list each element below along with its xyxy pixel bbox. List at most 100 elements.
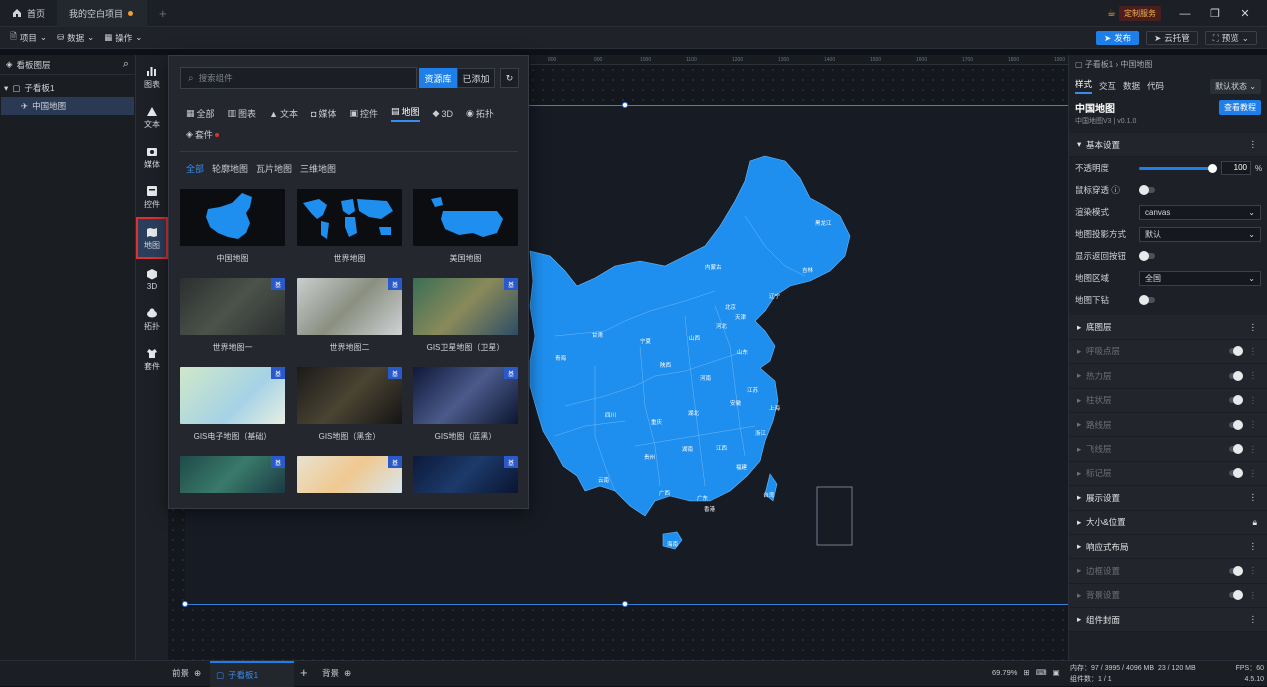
render-mode-select[interactable]: canvas ⌄: [1139, 204, 1261, 220]
background-tab[interactable]: 背景 ⊕: [322, 667, 351, 679]
minimize-button[interactable]: —: [1170, 0, 1200, 27]
section-toggle[interactable]: [1228, 590, 1243, 601]
section-5[interactable]: ▸ 飞线层 ⋮: [1069, 437, 1267, 462]
card-map-12[interactable]: 基: [413, 456, 518, 493]
more-icon[interactable]: ⋮: [1249, 419, 1258, 430]
section-2[interactable]: ▸ 热力层 ⋮: [1069, 364, 1267, 389]
more-icon[interactable]: ⋮: [1249, 395, 1258, 406]
more-icon[interactable]: ⋮: [1249, 370, 1258, 381]
keyboard-icon[interactable]: ⌨: [1036, 668, 1047, 677]
subcategory-all[interactable]: 全部: [186, 162, 204, 175]
drilldown-toggle[interactable]: [1139, 295, 1155, 306]
resize-handle-top[interactable]: [622, 102, 628, 108]
category-text[interactable]: ▲ 文本: [269, 107, 298, 120]
custom-service[interactable]: ☕ 定制服务: [1107, 6, 1161, 21]
iconbar-topology[interactable]: 拓扑: [136, 299, 168, 339]
resize-handle-bottom-left[interactable]: [182, 601, 188, 607]
section-6[interactable]: ▸ 标记层 ⋮: [1069, 461, 1267, 487]
section-toggle[interactable]: [1228, 419, 1243, 430]
more-icon[interactable]: ⋮: [1249, 565, 1258, 576]
category-3d[interactable]: ◆ 3D: [433, 108, 453, 119]
mouse-through-toggle[interactable]: [1139, 185, 1155, 196]
preview-button[interactable]: ⛶ 预览 ⌄: [1204, 31, 1257, 45]
category-map[interactable]: ▤ 地图: [390, 105, 420, 122]
terminal-icon[interactable]: ▣: [1053, 668, 1060, 677]
new-tab-button[interactable]: +: [147, 0, 179, 27]
section-toggle[interactable]: [1228, 346, 1243, 357]
layer-china-map[interactable]: ✈ 中国地图: [1, 97, 134, 115]
region-select[interactable]: 全国 ⌄: [1139, 270, 1261, 286]
category-all[interactable]: ▦ 全部: [186, 107, 215, 120]
card-world-map-2[interactable]: 基 世界地图二: [297, 278, 402, 353]
board-tab[interactable]: ▢ 子看板1: [210, 661, 294, 687]
menu-operate[interactable]: ▦ 操作 ⌄: [99, 27, 147, 49]
tutorial-button[interactable]: 查看教程: [1219, 99, 1261, 115]
section-4[interactable]: ▸ 路线层 ⋮: [1069, 412, 1267, 438]
opacity-slider[interactable]: [1139, 163, 1217, 173]
more-icon[interactable]: ⋮: [1249, 614, 1258, 625]
more-icon[interactable]: ⋮: [1249, 468, 1258, 479]
slider-thumb[interactable]: [1208, 163, 1217, 173]
layer-board[interactable]: ▾ ▢ 子看板1: [0, 79, 135, 97]
add-tab-button[interactable]: +: [300, 665, 308, 680]
iconbar-3d[interactable]: 3D: [136, 259, 168, 299]
card-gis-basic[interactable]: 基 GIS电子地图（基础）: [180, 367, 285, 442]
subcategory-3d[interactable]: 三维地图: [300, 162, 336, 175]
added-button[interactable]: 已添加: [457, 68, 495, 88]
section-toggle[interactable]: [1228, 370, 1243, 381]
foreground-tab[interactable]: 前景 ⊕: [172, 667, 201, 679]
lock-icon[interactable]: 🔒︎: [1252, 517, 1257, 528]
section-0[interactable]: ▸ 底图层 ⋮: [1069, 315, 1267, 340]
section-basic[interactable]: ▾ 基本设置 ⋮: [1069, 133, 1267, 158]
card-map-10[interactable]: 基: [180, 456, 285, 493]
category-control[interactable]: ▣ 控件: [349, 107, 378, 120]
menu-data[interactable]: ⛁ 数据 ⌄: [52, 27, 99, 49]
cloud-button[interactable]: ➤ 云托管: [1146, 31, 1198, 45]
restore-button[interactable]: ❐: [1200, 0, 1230, 27]
subcategory-outline[interactable]: 轮廓地图: [212, 162, 248, 175]
resize-handle-bottom[interactable]: [622, 601, 628, 607]
card-usa-map[interactable]: 美国地图: [413, 189, 518, 264]
more-icon[interactable]: ⋮: [1249, 139, 1258, 150]
card-map-11[interactable]: 基: [297, 456, 402, 493]
section-toggle[interactable]: [1228, 444, 1243, 455]
section-10[interactable]: ▸ 边框设置 ⋮: [1069, 559, 1267, 584]
iconbar-kit[interactable]: 套件: [136, 339, 168, 379]
tab-project[interactable]: 我的空白项目: [57, 0, 148, 27]
more-icon[interactable]: ⋮: [1249, 541, 1258, 552]
category-topology[interactable]: ◉ 拓扑: [466, 107, 494, 120]
zoom-value[interactable]: 69.79%: [992, 668, 1017, 677]
tab-home[interactable]: 首页: [0, 0, 57, 27]
refresh-button[interactable]: ↻: [500, 68, 519, 88]
section-toggle[interactable]: [1228, 468, 1243, 479]
menu-project[interactable]: 🗎 项目 ⌄: [5, 27, 52, 49]
card-china-map[interactable]: 中国地图: [180, 189, 285, 264]
section-toggle[interactable]: [1228, 395, 1243, 406]
state-select[interactable]: 默认状态 ⌄: [1210, 78, 1261, 94]
tab-code[interactable]: 代码: [1147, 80, 1164, 92]
section-3[interactable]: ▸ 柱状层 ⋮: [1069, 388, 1267, 413]
category-kit[interactable]: ◈ 套件: [186, 128, 219, 141]
card-gis-blackgold[interactable]: 基 GIS地图（黑金）: [297, 367, 402, 442]
subcategory-tile[interactable]: 瓦片地图: [256, 162, 292, 175]
close-button[interactable]: ✕: [1230, 0, 1260, 27]
section-12[interactable]: ▸ 组件封面 ⋮: [1069, 608, 1267, 633]
opacity-input[interactable]: 100: [1221, 161, 1251, 176]
more-icon[interactable]: ⋮: [1249, 444, 1258, 455]
section-7[interactable]: ▸ 展示设置 ⋮: [1069, 486, 1267, 511]
fit-icon[interactable]: ⊞: [1023, 668, 1029, 677]
library-button[interactable]: 资源库: [419, 68, 457, 88]
more-icon[interactable]: ⋮: [1249, 322, 1258, 333]
publish-button[interactable]: ➤ 发布: [1096, 31, 1140, 45]
tab-data[interactable]: 数据: [1123, 80, 1140, 92]
section-11[interactable]: ▸ 背景设置 ⋮: [1069, 583, 1267, 609]
tab-interaction[interactable]: 交互: [1099, 80, 1116, 92]
more-icon[interactable]: ⋮: [1249, 346, 1258, 357]
more-icon[interactable]: ⋮: [1249, 492, 1258, 503]
section-8[interactable]: ▸ 大小&位置 🔒︎: [1069, 510, 1267, 535]
iconbar-map[interactable]: 地图: [136, 217, 168, 259]
tab-style[interactable]: 样式: [1075, 78, 1093, 94]
more-icon[interactable]: ⋮: [1249, 590, 1258, 601]
section-toggle[interactable]: [1228, 565, 1243, 576]
section-9[interactable]: ▸ 响应式布局 ⋮: [1069, 534, 1267, 560]
